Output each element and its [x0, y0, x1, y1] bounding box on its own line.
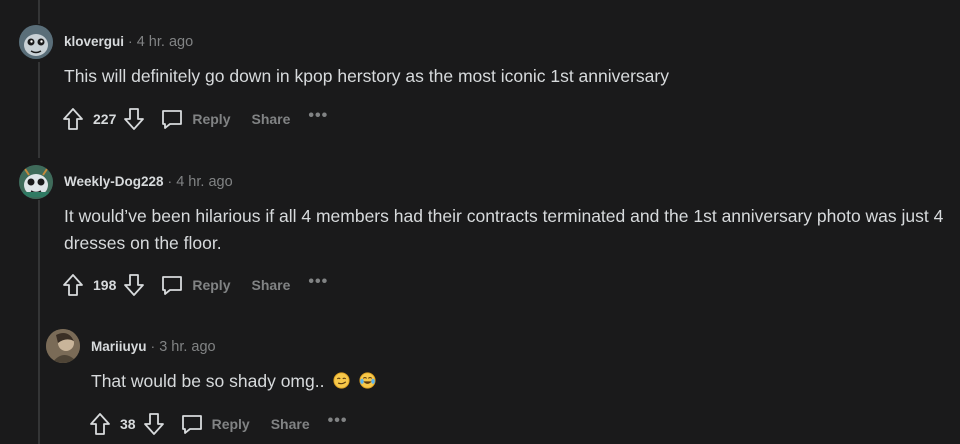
avatar[interactable]	[19, 25, 53, 59]
comment-bubble-icon	[181, 415, 202, 434]
more-options-button[interactable]: •••	[328, 412, 348, 430]
share-button[interactable]: Share	[251, 277, 290, 293]
tears-of-joy-emoji-icon	[359, 372, 376, 389]
thread-line[interactable]	[38, 200, 40, 444]
comment-bubble-icon	[162, 110, 183, 129]
upvote-arrow-icon	[63, 108, 83, 130]
avatar-photo-icon	[46, 329, 80, 363]
avatar[interactable]	[46, 329, 80, 363]
author-name[interactable]: Weekly-Dog228	[64, 174, 164, 189]
share-button[interactable]: Share	[251, 111, 290, 127]
share-button[interactable]: Share	[271, 416, 310, 432]
comment-meta: klovergui · 4 hr. ago	[64, 33, 193, 50]
vote-score: 38	[120, 416, 136, 432]
upvote-arrow-icon	[63, 274, 83, 296]
author-name[interactable]: klovergui	[64, 34, 124, 49]
reply-label: Reply	[192, 277, 231, 293]
comment-actions: 38 Reply Share •••	[88, 410, 347, 438]
avatar-icon	[19, 25, 53, 59]
comment-bubble-icon	[162, 276, 183, 295]
downvote-arrow-icon	[124, 108, 145, 130]
upvote-button[interactable]	[88, 411, 112, 437]
timestamp[interactable]: 4 hr. ago	[176, 174, 232, 190]
comment-actions: 227 Reply Share •••	[61, 105, 328, 133]
smirking-face-emoji-icon	[333, 372, 350, 389]
comment-text: That would be so shady omg..	[91, 368, 960, 395]
more-options-button[interactable]: •••	[308, 273, 328, 291]
separator-dot: ·	[128, 33, 133, 49]
more-options-button[interactable]: •••	[308, 107, 328, 125]
vote-score: 227	[93, 111, 117, 127]
separator-dot: ·	[167, 173, 173, 189]
vote-score: 198	[93, 277, 117, 293]
downvote-button[interactable]	[122, 106, 146, 132]
comment-meta: Mariiuyu · 3 hr. ago	[91, 338, 216, 355]
comment-text: This will definitely go down in kpop her…	[64, 66, 669, 86]
thread-line[interactable]	[38, 0, 40, 24]
reply-button[interactable]: Reply	[180, 412, 250, 436]
comment-actions: 198 Reply Share •••	[61, 271, 328, 299]
reply-label: Reply	[211, 416, 250, 432]
comment-text: It would’ve been hilarious if all 4 memb…	[64, 206, 944, 253]
upvote-button[interactable]	[61, 272, 85, 298]
reply-button[interactable]: Reply	[160, 273, 230, 297]
downvote-arrow-icon	[143, 413, 164, 435]
reply-label: Reply	[192, 111, 231, 127]
upvote-button[interactable]	[61, 106, 85, 132]
avatar-icon	[19, 165, 53, 199]
thread-line[interactable]	[38, 62, 40, 158]
timestamp[interactable]: 4 hr. ago	[137, 34, 193, 50]
upvote-arrow-icon	[90, 413, 110, 435]
author-name[interactable]: Mariiuyu	[91, 339, 147, 354]
timestamp[interactable]: 3 hr. ago	[159, 339, 215, 355]
comment-meta: Weekly-Dog228 · 4 hr. ago	[64, 173, 233, 190]
comment-text-content: That would be so shady omg..	[91, 371, 325, 391]
separator-dot: ·	[150, 338, 156, 354]
downvote-button[interactable]	[122, 272, 146, 298]
downvote-arrow-icon	[124, 274, 145, 296]
avatar[interactable]	[19, 165, 53, 199]
reply-button[interactable]: Reply	[160, 107, 230, 131]
downvote-button[interactable]	[142, 411, 166, 437]
